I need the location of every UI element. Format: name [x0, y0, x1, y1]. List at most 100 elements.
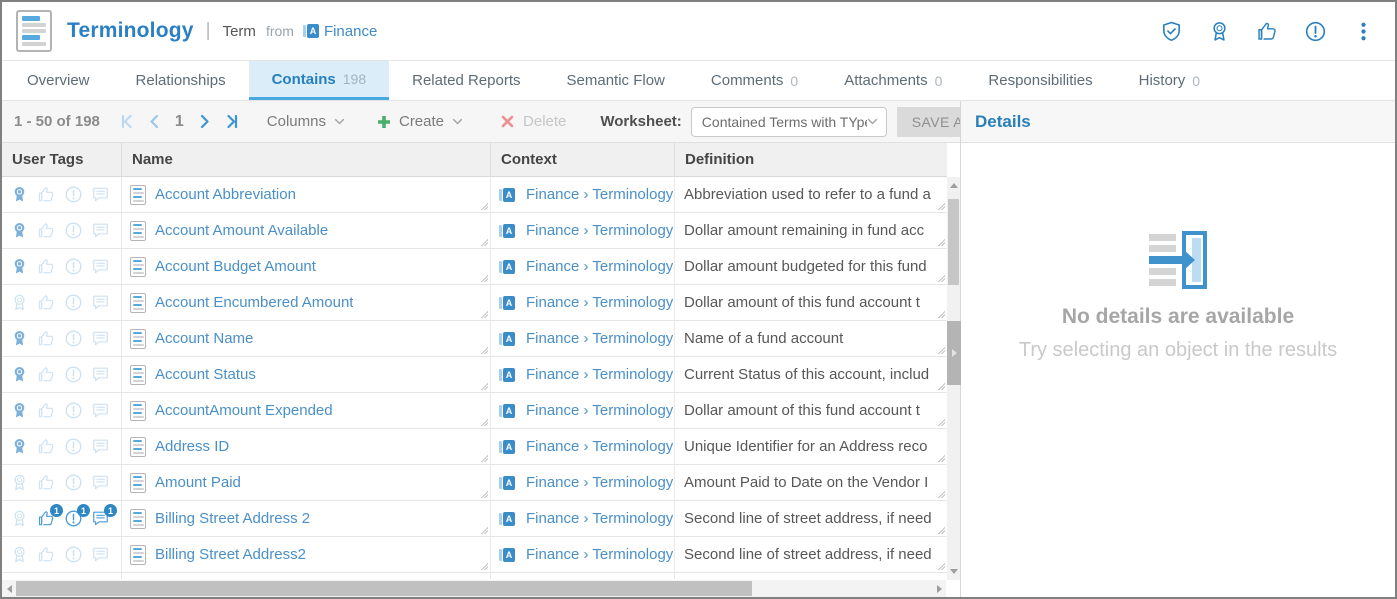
tab-related-reports[interactable]: Related Reports	[389, 61, 543, 100]
thumbs-up-icon[interactable]	[1256, 20, 1279, 43]
alert-tag-icon[interactable]	[64, 293, 83, 312]
alert-tag-icon[interactable]	[64, 329, 83, 348]
comment-tag-icon[interactable]	[91, 221, 110, 240]
table-row[interactable]: Account Name Finance › Terminology Name …	[2, 321, 947, 357]
term-name-link[interactable]: Account Amount Available	[155, 222, 328, 239]
context-link[interactable]: Finance › Terminology	[526, 330, 673, 347]
table-row[interactable]: Account Status Finance › Terminology Cur…	[2, 357, 947, 393]
previous-page-button[interactable]	[146, 113, 163, 130]
last-page-button[interactable]	[223, 113, 240, 130]
ribbon-tag-icon[interactable]	[10, 221, 29, 240]
term-name-link[interactable]: Billing Street Address 2	[155, 510, 310, 527]
scroll-right-arrow[interactable]	[932, 580, 946, 597]
thumbs-up-tag-icon[interactable]	[37, 329, 56, 348]
ribbon-tag-icon[interactable]	[10, 257, 29, 276]
term-name-link[interactable]: Account Budget Amount	[155, 258, 316, 275]
table-row[interactable]: Account Encumbered Amount Finance › Term…	[2, 285, 947, 321]
thumbs-up-tag-icon[interactable]	[37, 257, 56, 276]
comment-tag-icon[interactable]	[91, 329, 110, 348]
comment-tag-icon[interactable]	[91, 473, 110, 492]
comment-tag-icon[interactable]	[91, 365, 110, 384]
context-link[interactable]: Finance › Terminology	[526, 222, 673, 239]
vertical-scrollbar-thumb[interactable]	[948, 199, 959, 285]
tab-attachments[interactable]: Attachments 0	[821, 61, 965, 100]
thumbs-up-tag-icon[interactable]	[37, 293, 56, 312]
thumbs-up-tag-icon[interactable]	[37, 185, 56, 204]
term-name-link[interactable]: Account Status	[155, 366, 256, 383]
column-header-context[interactable]: Context	[491, 143, 675, 176]
ribbon-tag-icon[interactable]	[10, 437, 29, 456]
term-name-link[interactable]: Billing Street Address2	[155, 546, 306, 563]
alert-tag-icon[interactable]	[64, 365, 83, 384]
context-link[interactable]: Finance › Terminology	[526, 546, 673, 563]
column-header-user-tags[interactable]: User Tags	[2, 143, 122, 176]
context-link[interactable]: Finance › Terminology	[526, 294, 673, 311]
alert-tag-icon[interactable]	[64, 221, 83, 240]
comment-tag-icon[interactable]: 1	[91, 509, 110, 528]
context-link[interactable]: Finance › Terminology	[526, 510, 673, 527]
horizontal-scrollbar-thumb[interactable]	[16, 581, 752, 596]
term-name-link[interactable]: Account Name	[155, 330, 253, 347]
shield-check-icon[interactable]	[1160, 20, 1183, 43]
term-name-link[interactable]: AccountAmount Expended	[155, 402, 333, 419]
ribbon-tag-icon[interactable]	[10, 185, 29, 204]
first-page-button[interactable]	[119, 113, 136, 130]
tab-history[interactable]: History 0	[1116, 61, 1223, 100]
table-row[interactable]: Address ID Finance › Terminology Unique …	[2, 429, 947, 465]
term-name-link[interactable]: Amount Paid	[155, 474, 241, 491]
context-link[interactable]: Finance › Terminology	[526, 438, 673, 455]
alert-tag-icon[interactable]	[64, 545, 83, 564]
term-name-link[interactable]: Account Abbreviation	[155, 186, 296, 203]
thumbs-up-tag-icon[interactable]	[37, 473, 56, 492]
tab-relationships[interactable]: Relationships	[113, 61, 249, 100]
comment-tag-icon[interactable]	[91, 545, 110, 564]
thumbs-up-tag-icon[interactable]	[37, 365, 56, 384]
table-row[interactable]: Account Budget Amount Finance › Terminol…	[2, 249, 947, 285]
award-ribbon-icon[interactable]	[1208, 20, 1231, 43]
tab-semantic-flow[interactable]: Semantic Flow	[544, 61, 688, 100]
table-row-partial[interactable]	[2, 573, 947, 579]
tab-overview[interactable]: Overview	[4, 61, 113, 100]
table-row[interactable]: Account Amount Available Finance › Termi…	[2, 213, 947, 249]
ribbon-tag-icon[interactable]	[10, 365, 29, 384]
context-link[interactable]: Finance › Terminology	[526, 366, 673, 383]
comment-tag-icon[interactable]	[91, 257, 110, 276]
alert-tag-icon[interactable]	[64, 473, 83, 492]
create-button[interactable]: Create	[377, 113, 463, 130]
table-row[interactable]: Billing Street Address2 Finance › Termin…	[2, 537, 947, 573]
delete-button[interactable]: Delete	[501, 113, 566, 130]
columns-dropdown[interactable]: Columns	[267, 113, 345, 130]
scroll-down-arrow[interactable]	[947, 565, 960, 578]
tab-responsibilities[interactable]: Responsibilities	[965, 61, 1115, 100]
column-header-definition[interactable]: Definition	[675, 143, 947, 176]
thumbs-up-tag-icon[interactable]	[37, 221, 56, 240]
alert-tag-icon[interactable]: 1	[64, 509, 83, 528]
alert-circle-icon[interactable]	[1304, 20, 1327, 43]
comment-tag-icon[interactable]	[91, 437, 110, 456]
ribbon-tag-icon[interactable]	[10, 293, 29, 312]
thumbs-up-tag-icon[interactable]	[37, 437, 56, 456]
ribbon-tag-icon[interactable]	[10, 545, 29, 564]
kebab-menu-icon[interactable]	[1352, 20, 1375, 43]
ribbon-tag-icon[interactable]	[10, 329, 29, 348]
worksheet-select[interactable]: Contained Terms with TYpes	[691, 107, 887, 137]
ribbon-tag-icon[interactable]	[10, 473, 29, 492]
details-panel-splitter[interactable]	[947, 321, 961, 385]
column-header-name[interactable]: Name	[122, 143, 491, 176]
tab-contains[interactable]: Contains 198	[249, 61, 390, 100]
table-row[interactable]: Account Abbreviation Finance › Terminolo…	[2, 177, 947, 213]
context-link[interactable]: Finance › Terminology	[526, 258, 673, 275]
table-row[interactable]: Amount Paid Finance › Terminology Amount…	[2, 465, 947, 501]
table-row[interactable]: AccountAmount Expended Finance › Termino…	[2, 393, 947, 429]
alert-tag-icon[interactable]	[64, 257, 83, 276]
alert-tag-icon[interactable]	[64, 437, 83, 456]
thumbs-up-tag-icon[interactable]: 1	[37, 509, 56, 528]
comment-tag-icon[interactable]	[91, 401, 110, 420]
context-link[interactable]: Finance › Terminology	[526, 186, 673, 203]
ribbon-tag-icon[interactable]	[10, 401, 29, 420]
thumbs-up-tag-icon[interactable]	[37, 545, 56, 564]
ribbon-tag-icon[interactable]	[10, 509, 29, 528]
comment-tag-icon[interactable]	[91, 185, 110, 204]
context-link[interactable]: Finance › Terminology	[526, 474, 673, 491]
comment-tag-icon[interactable]	[91, 293, 110, 312]
